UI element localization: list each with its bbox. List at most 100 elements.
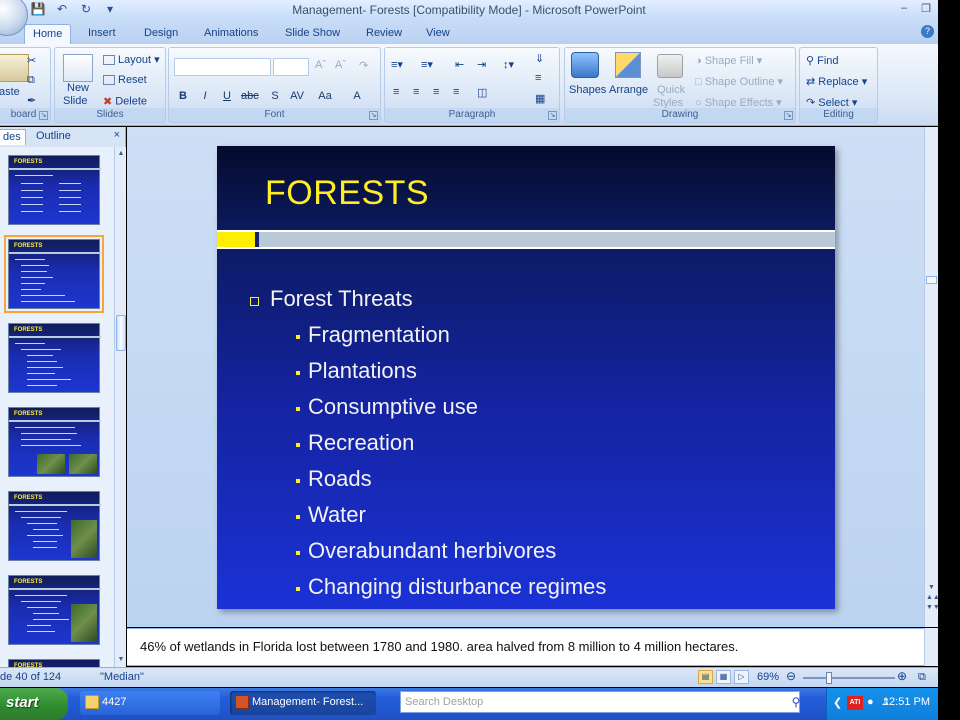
align-right-icon[interactable]: ≡ [433,86,439,98]
new-slide-icon[interactable] [63,54,93,82]
slide-thumbnail[interactable]: FORESTS [8,323,101,393]
copy-icon[interactable]: ⧉ [27,74,35,87]
close-icon[interactable]: × [114,129,120,141]
fit-to-window-icon[interactable]: ⧉ [918,671,926,684]
slide-thumbnail[interactable]: FORESTS [8,407,101,477]
slide-thumbnail-selected[interactable]: FORESTS [4,235,104,313]
slide-title[interactable]: FORESTS [265,174,429,213]
notes-text[interactable]: 46% of wetlands in Florida lost between … [140,639,738,654]
tab-view[interactable]: View [418,24,458,44]
italic-icon[interactable]: I [197,88,213,104]
decrease-indent-icon[interactable]: ⇤ [455,58,464,71]
delete-button[interactable]: ✖ Delete [103,95,147,108]
slide-show-view-icon[interactable]: ▷ [734,670,749,684]
tab-animations[interactable]: Animations [196,24,266,44]
quick-styles-label-1[interactable]: Quick [657,84,685,96]
strikethrough-icon[interactable]: abc [241,88,259,104]
desktop-search-input[interactable]: Search Desktop [400,691,800,713]
align-left-icon[interactable]: ≡ [393,86,399,98]
font-dialog-launcher-icon[interactable]: ↘ [369,111,378,120]
level-1-bullet[interactable]: Forest Threats [250,286,413,312]
find-button[interactable]: ⚲ Find [806,54,839,67]
font-size-dropdown[interactable] [273,58,309,76]
arrange-icon[interactable] [615,52,641,78]
zoom-slider-knob[interactable] [826,672,832,684]
new-slide-label-2[interactable]: Slide [63,95,87,107]
zoom-slider[interactable] [803,677,895,679]
bullets-icon[interactable]: ≡▾ [391,58,403,71]
paragraph-dialog-launcher-icon[interactable]: ↘ [548,111,557,120]
columns-icon[interactable]: ◫ [477,86,487,99]
dialog-launcher-icon[interactable]: ↘ [39,111,48,120]
sub-bullet-list[interactable]: Fragmentation Plantations Consumptive us… [296,317,606,605]
shapes-button[interactable]: Shapes [569,84,606,96]
paste-icon[interactable] [0,54,29,82]
tab-review[interactable]: Review [358,24,410,44]
normal-view-icon[interactable]: ▤ [698,670,713,684]
tab-design[interactable]: Design [136,24,186,44]
char-spacing-icon[interactable]: AV [289,88,305,104]
help-icon[interactable]: ? [921,25,934,38]
cut-icon[interactable]: ✂ [27,54,36,67]
paste-button[interactable]: aste [0,86,20,98]
scrollbar-thumb[interactable] [926,276,937,284]
restore-icon[interactable]: ❐ [920,2,932,15]
tab-insert[interactable]: Insert [80,24,124,44]
zoom-in-icon[interactable]: ⊕ [897,669,907,683]
arrange-button[interactable]: Arrange [609,84,648,96]
current-slide[interactable]: FORESTS Forest Threats Fragmentation Pla… [217,146,835,609]
slides-pane-scrollbar[interactable]: ▲ ▼ [114,147,126,667]
tab-slides[interactable]: des [0,129,26,145]
shape-outline-button[interactable]: □ Shape Outline ▾ [695,75,783,88]
align-center-icon[interactable]: ≡ [413,86,419,98]
format-painter-icon[interactable]: ✒ [27,94,36,107]
search-icon[interactable]: ⚲ [786,692,806,712]
justify-icon[interactable]: ≡ [453,86,459,98]
replace-button[interactable]: ⇄ Replace ▾ [806,75,867,88]
shapes-icon[interactable] [571,52,599,78]
notes-scrollbar[interactable] [924,628,938,666]
shrink-font-icon[interactable]: Aˇ [335,59,346,71]
clear-format-icon[interactable]: ↷ [359,59,368,72]
tab-outline[interactable]: Outline [32,129,75,145]
numbering-icon[interactable]: ≡▾ [421,58,433,71]
shape-fill-button[interactable]: ◑ Shape Fill ▾ [695,54,762,67]
taskbar-item-powerpoint[interactable]: Management- Forest... [230,691,376,715]
tray-arrow-icon[interactable]: ❮ [833,696,842,709]
font-name-dropdown[interactable] [174,58,271,76]
underline-icon[interactable]: U [219,88,235,104]
smartart-icon[interactable]: ▦ [535,92,545,105]
minimize-icon[interactable]: – [898,2,910,15]
taskbar-item-folder[interactable]: 4427 [80,691,220,715]
drawing-dialog-launcher-icon[interactable]: ↘ [784,111,793,120]
slide-thumbnail[interactable]: FORESTS [8,575,101,645]
notes-pane[interactable]: 46% of wetlands in Florida lost between … [127,628,924,666]
tab-home[interactable]: Home [24,24,72,44]
line-spacing-icon[interactable]: ↕▾ [503,58,514,71]
grow-font-icon[interactable]: Aˆ [315,59,326,71]
prev-next-slide-icons[interactable]: ▼ ▲▲ ▼▼ [926,583,940,613]
zoom-out-icon[interactable]: ⊖ [786,669,796,683]
new-slide-label-1[interactable]: New [67,82,89,94]
scroll-up-icon[interactable]: ▲ [116,149,126,159]
network-icon[interactable]: ● [867,696,874,708]
change-case-icon[interactable]: Aa [317,88,333,104]
slide-scrollbar[interactable]: ▼ ▲▲ ▼▼ [924,127,940,627]
font-color-icon[interactable]: A [349,88,365,104]
slide-thumbnail[interactable]: FORESTS [8,155,101,225]
ati-icon[interactable]: ATI [847,696,863,710]
tab-slide-show[interactable]: Slide Show [277,24,348,44]
zoom-level[interactable]: 69% [757,671,779,683]
align-text-icon[interactable]: ≡ [535,72,541,84]
slide-thumbnail[interactable]: FORESTS [8,491,101,561]
slide-thumbnail[interactable]: FORESTS [8,659,100,667]
layout-button[interactable]: Layout ▾ [103,53,160,66]
increase-indent-icon[interactable]: ⇥ [477,58,486,71]
reset-button[interactable]: Reset [103,74,147,86]
text-direction-icon[interactable]: ⇓ [535,52,544,65]
quick-styles-icon[interactable] [657,54,683,78]
start-button[interactable]: start [0,688,68,720]
slide-sorter-view-icon[interactable]: ▦ [716,670,731,684]
bold-icon[interactable]: B [175,88,191,104]
scrollbar-thumb[interactable] [116,315,126,351]
